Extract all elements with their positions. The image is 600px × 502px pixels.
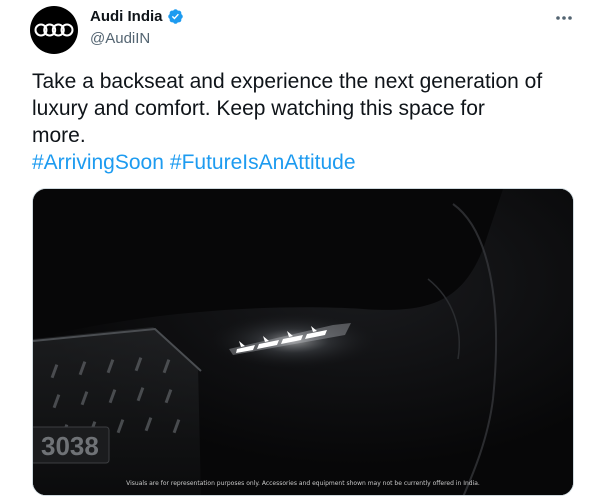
more-options-icon [556,16,572,20]
more-options-button[interactable] [552,8,576,28]
avatar[interactable] [30,6,78,54]
hashtag-row: #ArrivingSoon #FutureIsAnAttitude [32,149,356,176]
license-plate-text: 3038 [41,431,99,461]
hashtag-link[interactable]: #FutureIsAnAttitude [170,149,356,176]
media-disclaimer: Visuals are for representation purposes … [126,480,480,487]
author-name-row: Audi India [90,8,184,25]
hashtag-link[interactable]: #ArrivingSoon [32,149,164,176]
author-handle[interactable]: @AudiIN [90,30,150,47]
audi-rings-logo [34,23,74,37]
tweet-text: Take a backseat and experience the next … [32,70,543,147]
author-display-name[interactable]: Audi India [90,8,163,25]
tweet-media-image[interactable]: 3038 Visuals are for representation purp… [32,188,574,496]
car-teaser-image: 3038 [33,189,573,495]
verified-badge-icon [167,9,183,24]
